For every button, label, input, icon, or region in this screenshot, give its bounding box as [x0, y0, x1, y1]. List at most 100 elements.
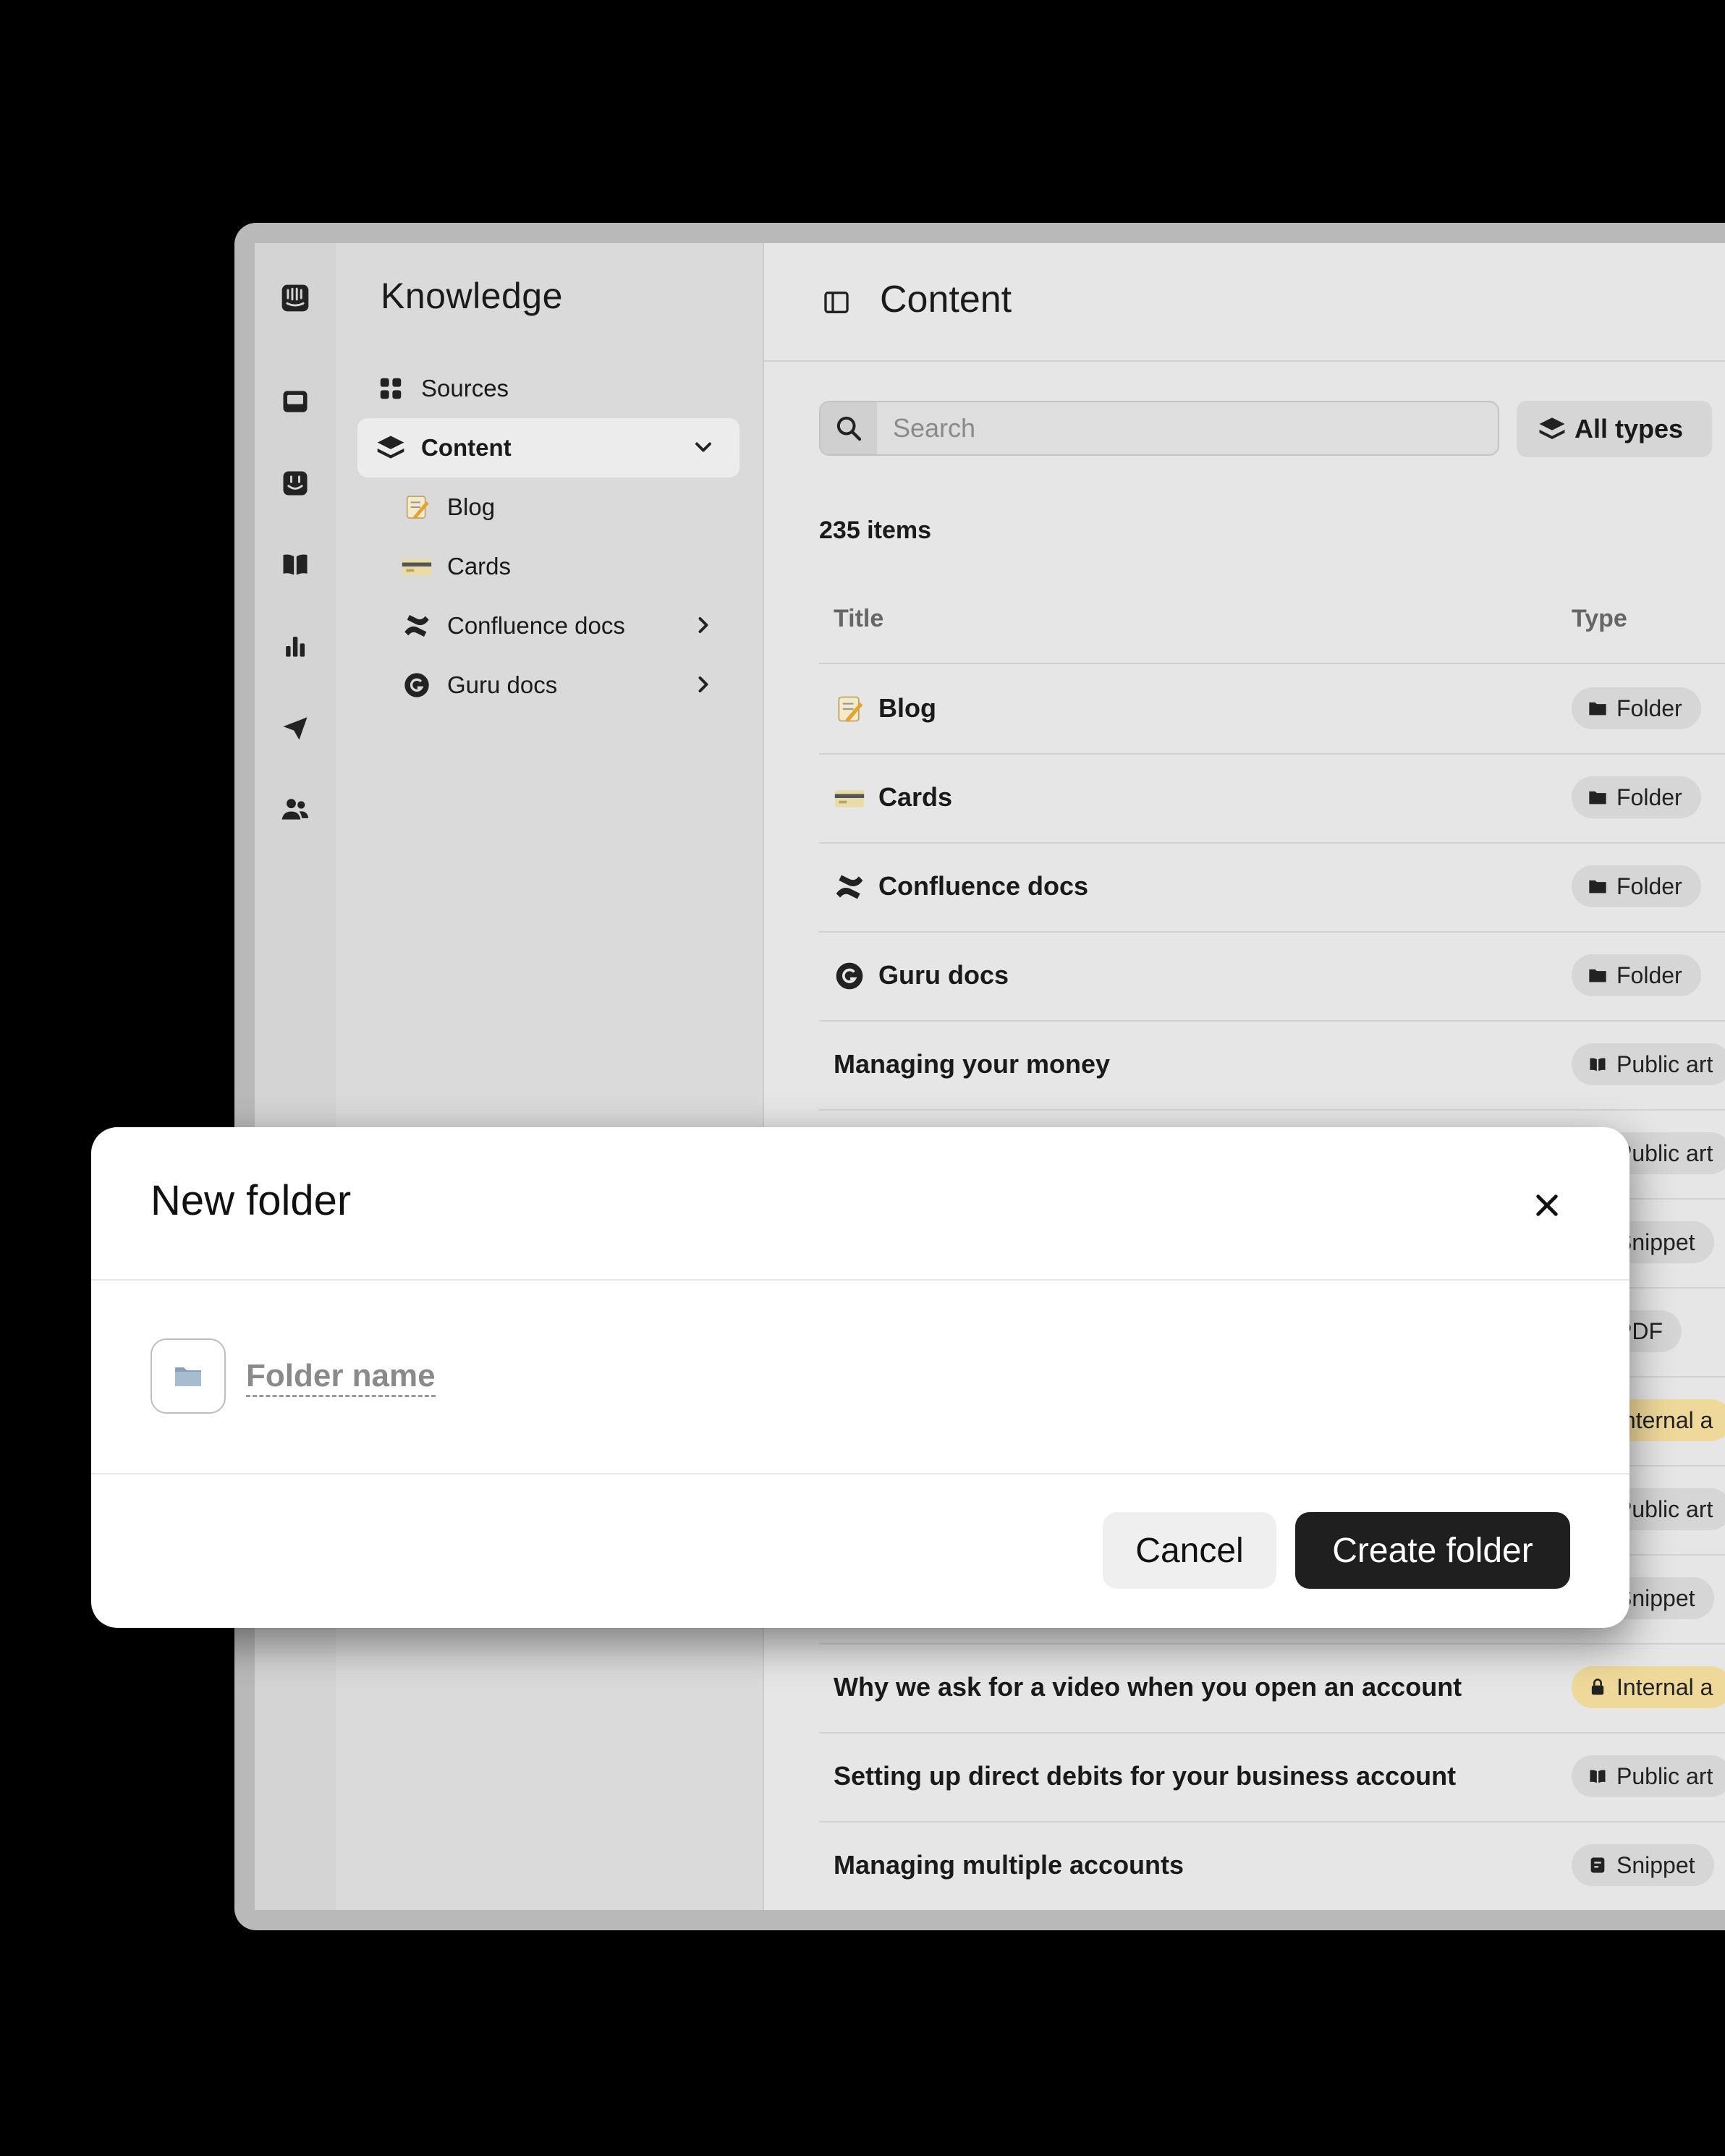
sidebar-item-content[interactable]: Content: [357, 418, 739, 478]
type-badge: Folder: [1572, 954, 1701, 996]
sidebar-item-confluence-docs[interactable]: Confluence docs: [357, 596, 739, 655]
fin-icon[interactable]: [278, 466, 313, 501]
confluence-icon: [836, 875, 863, 899]
search-input[interactable]: [878, 402, 1486, 454]
table-row[interactable]: Why we ask for a video when you open an …: [819, 1643, 1725, 1733]
content-header: Content: [764, 243, 1725, 362]
row-title: Setting up direct debits for your busine…: [834, 1761, 1457, 1791]
row-title: Cards: [878, 782, 953, 812]
sidebar-item-sources[interactable]: Sources: [357, 359, 739, 418]
guru-icon: [836, 962, 863, 990]
type-label: Folder: [1616, 962, 1682, 988]
sidebar-item-label: Content: [421, 434, 512, 461]
type-label: Folder: [1616, 873, 1682, 899]
credit-card-icon: [834, 790, 865, 807]
sidebar-item-label: Blog: [447, 493, 496, 520]
search-box[interactable]: [819, 401, 1499, 456]
folder-icon: [1589, 791, 1606, 805]
type-badge: Public art: [1572, 1755, 1725, 1797]
icon-rail: [255, 243, 336, 1910]
row-title: Guru docs: [878, 960, 1009, 990]
row-title: Why we ask for a video when you open an …: [834, 1672, 1462, 1702]
sidebar-item-label: Sources: [421, 375, 509, 402]
inbox-icon[interactable]: [278, 384, 313, 419]
type-filter-button[interactable]: All types: [1517, 401, 1712, 457]
content-panel: Content All types 235 items Title Type B…: [764, 243, 1725, 1910]
app-window: Knowledge Sources Content Blog Cards Con…: [255, 243, 1725, 1910]
layers-icon: [373, 430, 408, 465]
sidebar-item-blog[interactable]: Blog: [357, 478, 739, 537]
row-title: Confluence docs: [878, 871, 1089, 901]
credit-card-icon: [399, 549, 434, 584]
folder-icon: [1589, 969, 1606, 982]
row-title: Managing multiple accounts: [834, 1850, 1184, 1880]
folder-icon: [1589, 880, 1606, 894]
table-row[interactable]: Managing your money Public art: [819, 1020, 1725, 1111]
dialog-divider: [91, 1279, 1629, 1281]
dialog-divider: [91, 1473, 1629, 1474]
type-label: Folder: [1616, 695, 1682, 721]
dialog-title: New folder: [151, 1177, 352, 1224]
type-filter-label: All types: [1574, 414, 1684, 443]
search-icon: [821, 402, 877, 454]
row-title: Blog: [878, 693, 936, 723]
type-label: Public art: [1616, 1762, 1713, 1789]
type-badge: Folder: [1572, 865, 1701, 907]
type-label: Snippet: [1616, 1851, 1695, 1878]
type-label: Folder: [1616, 784, 1682, 810]
new-folder-dialog: New folder Cancel Create folder: [91, 1127, 1629, 1628]
cancel-button[interactable]: Cancel: [1103, 1512, 1276, 1589]
snippet-icon: [1590, 1857, 1605, 1873]
send-icon[interactable]: [278, 710, 313, 745]
type-label: Internal a: [1616, 1673, 1713, 1700]
type-badge: Folder: [1572, 776, 1701, 818]
intercom-logo-icon[interactable]: [278, 281, 313, 315]
memo-icon: [399, 490, 434, 525]
row-title: Managing your money: [834, 1049, 1111, 1079]
emoji-picker-button[interactable]: [151, 1338, 226, 1414]
sidebar-title: Knowledge: [381, 276, 563, 316]
lock-icon: [1591, 1678, 1604, 1695]
folder-icon: [175, 1367, 201, 1386]
grid-icon: [373, 371, 408, 406]
type-label: Internal a: [1616, 1406, 1713, 1433]
folder-icon: [1589, 702, 1606, 716]
table-row[interactable]: Confluence docs Folder: [819, 842, 1725, 933]
type-badge: Snippet: [1572, 1844, 1714, 1886]
table-row[interactable]: Cards Folder: [819, 753, 1725, 844]
table-row[interactable]: Managing multiple accounts Snippet: [819, 1821, 1725, 1910]
type-badge: Folder: [1572, 687, 1701, 729]
type-label: Public art: [1616, 1051, 1713, 1077]
sidebar-item-cards[interactable]: Cards: [357, 537, 739, 596]
type-badge: Public art: [1572, 1043, 1725, 1085]
item-count: 235 items: [819, 517, 931, 544]
type-badge: Internal a: [1572, 1666, 1725, 1708]
bar-chart-icon[interactable]: [278, 629, 313, 663]
sidebar-toggle-icon[interactable]: [822, 288, 851, 317]
book-icon: [1590, 1058, 1606, 1071]
book-icon[interactable]: [278, 547, 313, 582]
sidebar-item-guru-docs[interactable]: Guru docs: [357, 655, 739, 715]
table-row[interactable]: Blog Folder: [819, 664, 1725, 755]
sidebar-item-label: Confluence docs: [447, 612, 625, 639]
chevron-down-icon[interactable]: [690, 434, 716, 460]
book-icon: [1590, 1770, 1606, 1783]
sidebar-item-label: Guru docs: [447, 671, 558, 698]
table-row[interactable]: Setting up direct debits for your busine…: [819, 1732, 1725, 1822]
confluence-icon: [399, 608, 434, 643]
chevron-right-icon[interactable]: [690, 612, 716, 638]
input-underline: [246, 1395, 436, 1397]
people-icon[interactable]: [278, 791, 313, 826]
close-button[interactable]: [1530, 1188, 1564, 1223]
memo-icon: [838, 696, 863, 723]
create-folder-button[interactable]: Create folder: [1295, 1512, 1570, 1589]
column-header-title[interactable]: Title: [834, 605, 883, 633]
guru-icon: [399, 668, 434, 703]
chevron-right-icon[interactable]: [690, 671, 716, 697]
type-label: Public art: [1616, 1139, 1713, 1166]
sidebar-item-label: Cards: [447, 553, 512, 580]
column-header-type[interactable]: Type: [1572, 605, 1627, 633]
table-row[interactable]: Guru docs Folder: [819, 931, 1725, 1022]
type-label: Public art: [1616, 1495, 1713, 1522]
layers-icon: [1539, 417, 1565, 439]
